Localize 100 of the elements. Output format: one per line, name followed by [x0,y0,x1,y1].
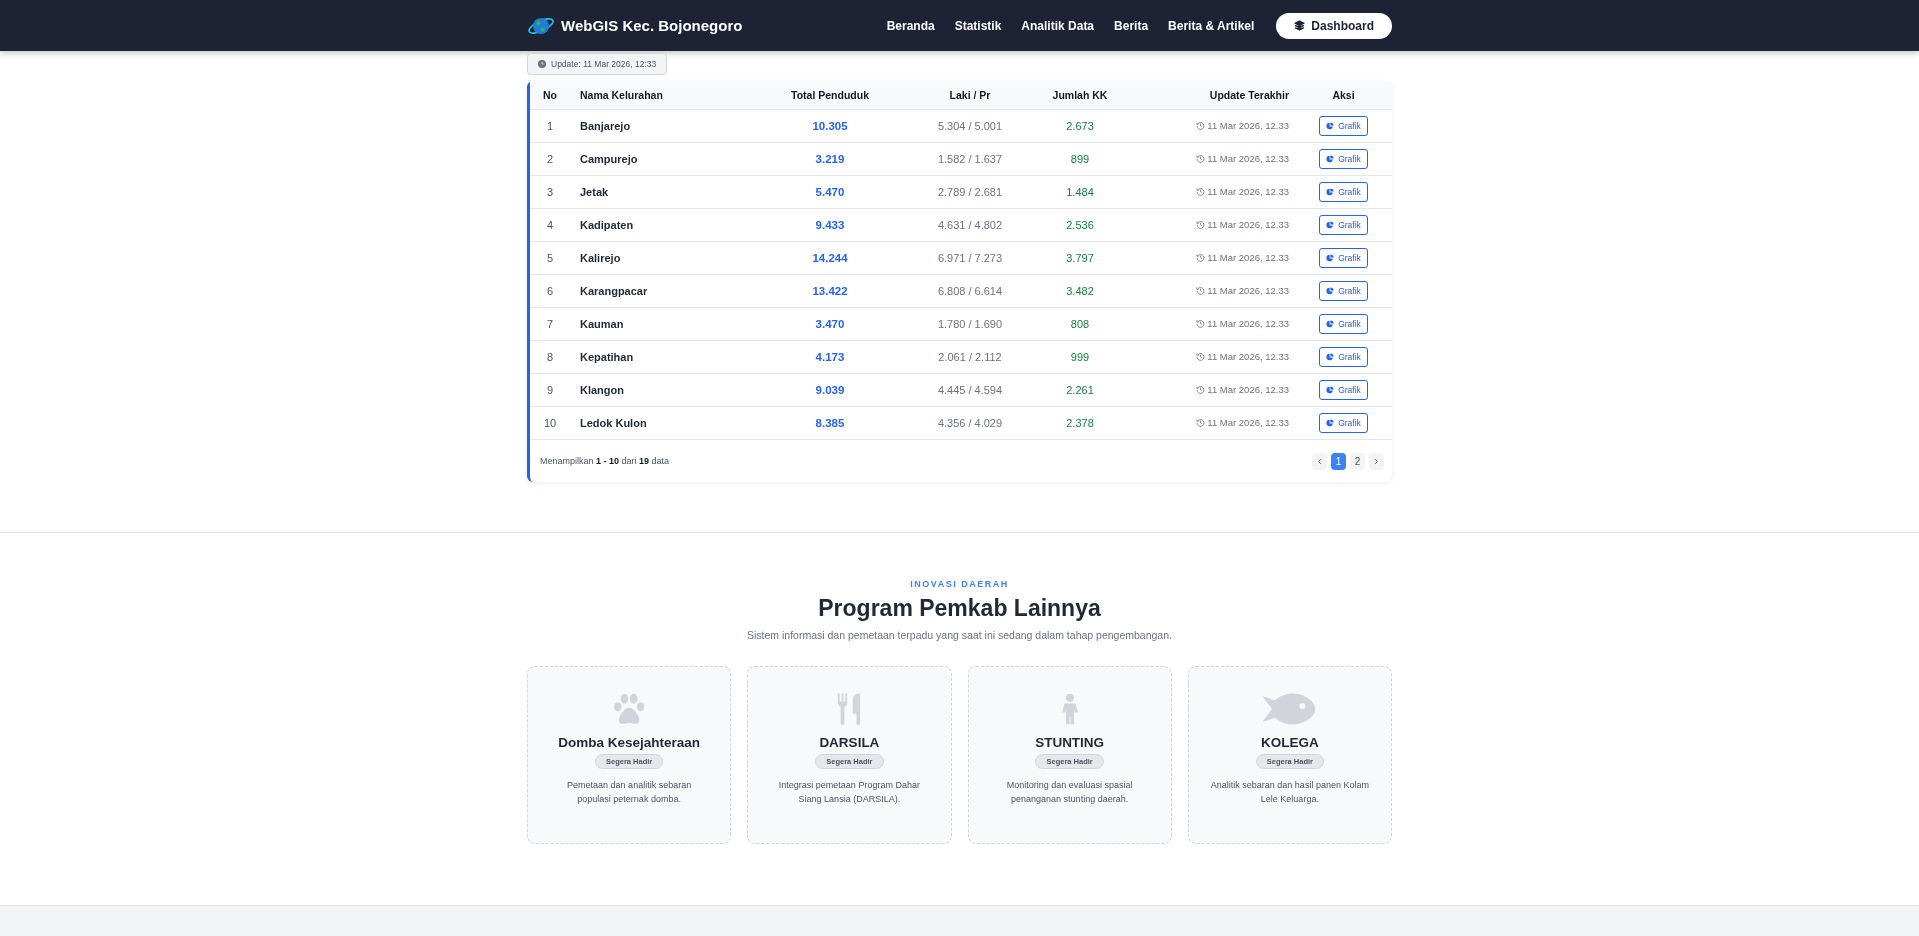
program-description: Pemetaan dan analitik sebaran populasi peternak domba. [566,779,693,806]
child-figure-icon [1060,693,1079,725]
program-title: DARSILA [819,735,880,750]
table-cell: Kalirejo [570,241,750,275]
table-cell: 8.385 [750,406,910,440]
table-cell: 10 [530,406,570,440]
table-cell: 4.173 [750,340,910,374]
table-cell: 4 [530,208,570,242]
clock-icon [538,60,546,68]
page-button[interactable]: 1 [1331,452,1346,470]
table-cell: 1.484 [1030,175,1130,209]
pie-chart-icon [1326,221,1335,229]
table-cell: 5.470 [750,175,910,209]
next-page-button[interactable] [1369,452,1384,470]
pie-chart-icon [1326,386,1335,394]
table-cell: 1 [530,109,570,143]
program-description: Integrasi pemetaan Program Dahar Siang Lansia (DARSILA). [777,779,921,806]
table-cell: 2.378 [1030,406,1130,440]
table-cell: 6.808 / 6.614 [910,274,1030,308]
history-icon [1196,319,1206,328]
table-cell: 8 [530,340,570,374]
table-cell: 899 [1030,142,1130,176]
table-cell: 3.482 [1030,274,1130,308]
update-time: 11 Mar 2026, 12.33 [1207,186,1289,197]
table-cell: 10.305 [750,109,910,143]
column-header: No [530,81,570,110]
site-title[interactable]: WebGIS Kec. Bojonegoro [561,17,743,34]
chart-button[interactable]: Grafik [1319,215,1368,235]
update-badge: Update: 11 Mar 2026, 12:33 [527,53,668,75]
chart-button[interactable]: Grafik [1319,347,1368,367]
column-header: Aksi [1295,81,1392,110]
table-cell: 3.470 [750,307,910,341]
column-header: Total Penduduk [750,81,910,110]
update-time: 11 Mar 2026, 12.33 [1207,219,1289,230]
program-title: KOLEGA [1261,735,1319,750]
chart-button[interactable]: Grafik [1319,314,1368,334]
page-button[interactable]: 2 [1350,452,1365,470]
chart-button[interactable]: Grafik [1319,149,1368,169]
update-time: 11 Mar 2026, 12.33 [1207,318,1289,329]
history-icon [1196,154,1206,163]
fish-icon [1262,693,1318,725]
history-icon [1196,121,1206,130]
previous-page-button[interactable] [1312,452,1327,470]
nav-link[interactable]: Berita [1114,18,1149,33]
fork-knife-icon [836,693,863,725]
table-cell: 2.261 [1030,373,1130,407]
nav-link[interactable]: Statistik [954,18,1002,33]
nav-link[interactable]: Analitik Data [1021,18,1095,33]
table-cell: 5.304 / 5.001 [910,109,1030,143]
table-cell: 13.422 [750,274,910,308]
update-time: 11 Mar 2026, 12.33 [1207,120,1289,131]
update-time: 11 Mar 2026, 12.33 [1207,351,1289,362]
pie-chart-icon [1326,122,1335,130]
table-cell: Banjarejo [570,109,750,143]
table-cell: 2.061 / 2.112 [910,340,1030,374]
table-cell: 3.797 [1030,241,1130,275]
dashboard-button[interactable]: Dashboard [1276,12,1392,39]
program-title: Domba Kesejahteraan [558,735,701,750]
update-time: 11 Mar 2026, 12.33 [1207,384,1289,395]
section-eyebrow: INOVASI DAERAH [910,579,1009,589]
section-subtitle: Sistem informasi dan pemetaan terpadu yang saat ini sedang dalam tahap pengembangan. [747,629,1172,641]
chart-button[interactable]: Grafik [1319,413,1368,433]
chevron-right-icon [1374,457,1379,465]
table-cell: 9.039 [750,373,910,407]
table-cell: 1.582 / 1.637 [910,142,1030,176]
table-cell: Klangon [570,373,750,407]
chart-button[interactable]: Grafik [1319,248,1368,268]
table-cell: 9.433 [750,208,910,242]
history-icon [1196,418,1206,427]
table-cell: Ledok Kulon [570,406,750,440]
column-header: Update Terakhir [1130,81,1295,110]
nav-link[interactable]: Beranda [886,18,935,33]
table-cell: 4.631 / 4.802 [910,208,1030,242]
pie-chart-icon [1326,320,1335,328]
chart-button[interactable]: Grafik [1319,281,1368,301]
history-icon [1196,352,1206,361]
table-cell: 1.780 / 1.690 [910,307,1030,341]
table-cell: 2 [530,142,570,176]
pie-chart-icon [1326,188,1335,196]
update-time: 11 Mar 2026, 12.33 [1207,153,1289,164]
table-cell: Campurejo [570,142,750,176]
table-cell: 6.971 / 7.273 [910,241,1030,275]
history-icon [1196,286,1206,295]
table-cell: 3 [530,175,570,209]
chart-button[interactable]: Grafik [1319,182,1368,202]
pie-chart-icon [1326,287,1335,295]
chevron-left-icon [1317,457,1322,465]
update-time: 11 Mar 2026, 12.33 [1207,252,1289,263]
table-cell: 2.673 [1030,109,1130,143]
nav-link[interactable]: Berita & Artikel [1168,18,1255,33]
table-cell: 5 [530,241,570,275]
chart-button[interactable]: Grafik [1319,380,1368,400]
chart-button[interactable]: Grafik [1319,116,1368,136]
pie-chart-icon [1326,353,1335,361]
section-title: Program Pemkab Lainnya [818,595,1101,622]
table-cell: Kepatihan [570,340,750,374]
pie-chart-icon [1326,155,1335,163]
table-cell: 808 [1030,307,1130,341]
table-cell: 4.445 / 4.594 [910,373,1030,407]
table-cell: 3.219 [750,142,910,176]
